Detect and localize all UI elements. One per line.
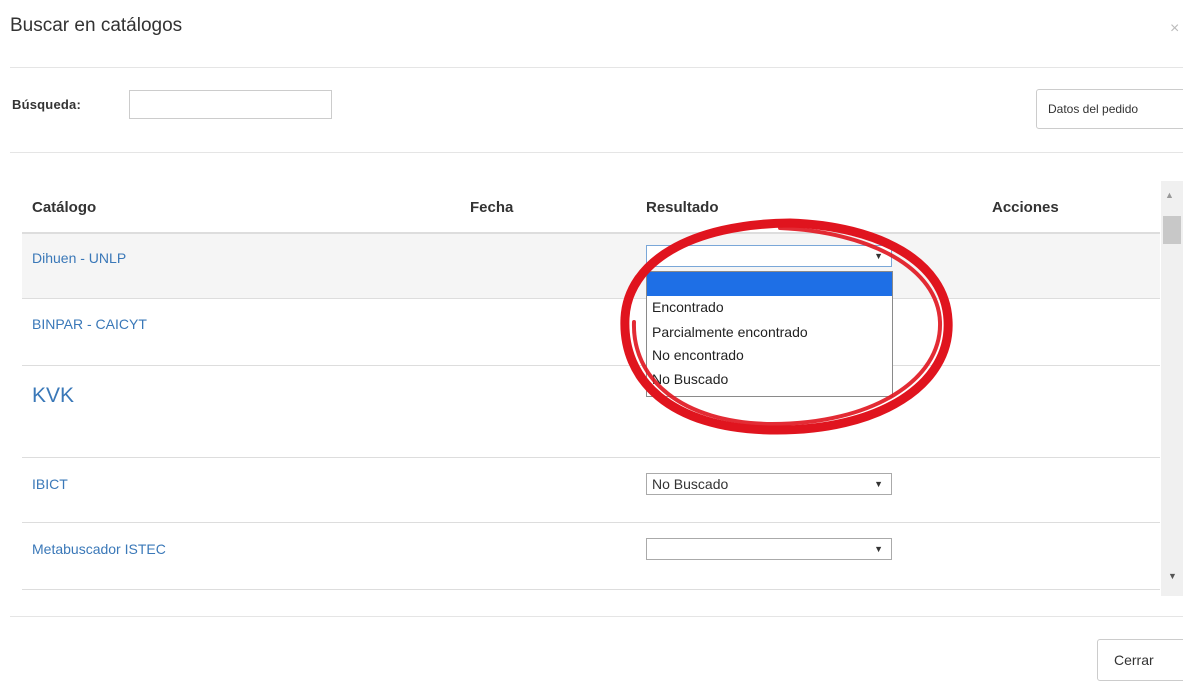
search-label: Búsqueda:	[12, 97, 81, 112]
dropdown-option[interactable]: No encontrado	[647, 345, 892, 369]
dropdown-option[interactable]: Parcialmente encontrado	[647, 320, 892, 345]
row-divider	[22, 589, 1160, 590]
catalog-link[interactable]: IBICT	[32, 476, 68, 492]
catalog-link[interactable]: KVK	[32, 384, 74, 408]
column-header-catalogo: Catálogo	[32, 199, 97, 216]
dropdown-option[interactable]: Encontrado	[647, 296, 892, 320]
scroll-down-icon[interactable]: ▼	[1168, 571, 1177, 581]
scroll-up-icon[interactable]: ▲	[1165, 190, 1174, 200]
row-divider	[22, 457, 1160, 458]
result-select[interactable]: ▼	[646, 538, 892, 560]
header-divider	[10, 67, 1183, 68]
catalog-link[interactable]: Dihuen - UNLP	[32, 250, 126, 266]
dropdown-option[interactable]: No Buscado	[647, 369, 892, 393]
result-select[interactable]: ▼	[646, 245, 892, 267]
result-select[interactable]: No Buscado ▼	[646, 473, 892, 495]
scrollbar-thumb[interactable]	[1163, 216, 1181, 244]
row-divider	[22, 522, 1160, 523]
footer-divider	[10, 616, 1183, 617]
chevron-down-icon: ▼	[874, 479, 883, 489]
column-header-resultado: Resultado	[646, 199, 719, 216]
chevron-down-icon: ▼	[874, 544, 883, 554]
column-header-acciones: Acciones	[992, 199, 1059, 216]
search-divider	[10, 152, 1183, 153]
modal-title: Buscar en catálogos	[10, 15, 183, 36]
table-row	[22, 234, 1160, 298]
search-input[interactable]	[129, 90, 332, 119]
chevron-down-icon: ▼	[874, 251, 883, 261]
column-header-fecha: Fecha	[470, 199, 514, 216]
result-dropdown-list: Encontrado Parcialmente encontrado No en…	[646, 271, 893, 397]
catalog-link[interactable]: Metabuscador ISTEC	[32, 541, 166, 557]
catalog-link[interactable]: BINPAR - CAICYT	[32, 316, 147, 332]
row-divider	[22, 298, 1160, 299]
cerrar-button[interactable]: Cerrar	[1097, 639, 1183, 681]
datos-pedido-button[interactable]: Datos del pedido	[1036, 89, 1183, 129]
dropdown-option[interactable]	[647, 272, 892, 296]
close-icon[interactable]: ×	[1170, 20, 1179, 38]
row-divider	[22, 365, 1160, 366]
result-select-value: No Buscado	[652, 476, 729, 492]
